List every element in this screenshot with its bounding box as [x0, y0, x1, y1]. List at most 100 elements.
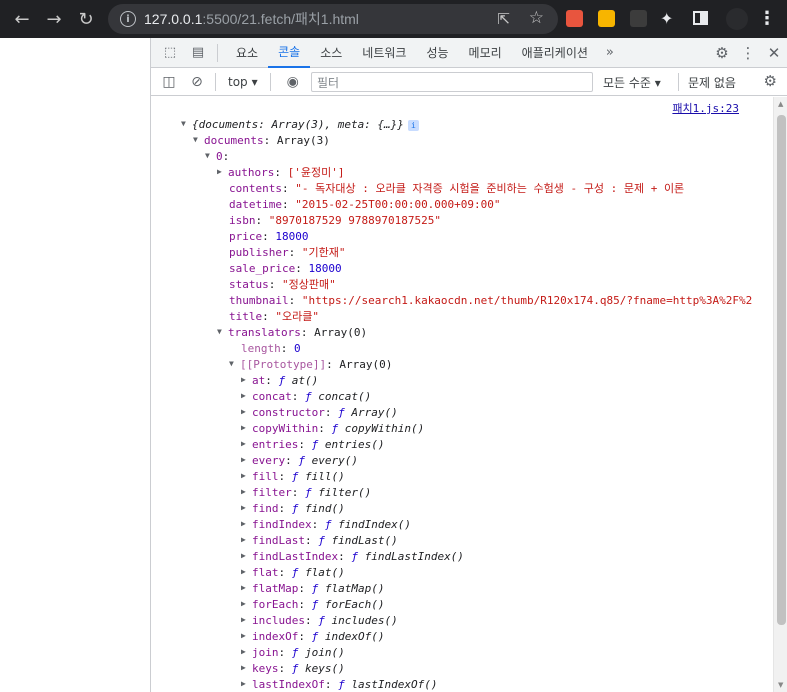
collapsed-triangle-icon: ▶: [241, 535, 246, 544]
console-settings-gear-icon[interactable]: ⚙: [764, 72, 777, 90]
prop-value: Array(0): [339, 358, 393, 371]
kebab-menu-icon[interactable]: ⋮: [758, 8, 776, 29]
tab-sources[interactable]: 소스: [310, 38, 352, 68]
method-row[interactable]: ▶ join: ƒ join(): [241, 645, 345, 661]
settings-gear-icon[interactable]: ⚙: [709, 38, 735, 68]
extension-icon[interactable]: [566, 10, 583, 27]
close-icon[interactable]: ✕: [761, 38, 787, 68]
devtools-tabbar: ⬚ ▤ 요소 콘솔 소스 네트워크 성능 메모리 애플리케이션 » ⚙ ⋮ ✕: [151, 38, 787, 68]
method-row[interactable]: ▶ fill: ƒ fill(): [241, 469, 345, 485]
back-icon[interactable]: ←: [10, 7, 34, 31]
forward-icon[interactable]: →: [42, 7, 66, 31]
method-row[interactable]: ▶ includes: ƒ includes(): [241, 613, 398, 629]
method-row[interactable]: ▶ lastIndexOf: ƒ lastIndexOf(): [241, 677, 437, 692]
clear-console-icon[interactable]: ⊘: [185, 70, 209, 94]
reload-icon[interactable]: ↻: [74, 7, 98, 31]
devtools-menu-icon[interactable]: ⋮: [735, 38, 761, 68]
tree-row[interactable]: ▶ authors: ['윤정미']: [217, 165, 344, 181]
prop-key: price: [229, 230, 263, 243]
issues-counter[interactable]: 문제 없음: [688, 74, 736, 91]
site-info-icon[interactable]: i: [120, 11, 136, 27]
function-glyph: ƒ: [311, 630, 325, 643]
function-glyph: ƒ: [318, 614, 332, 627]
prop-key: publisher: [229, 246, 289, 259]
prop-value: "정상판매": [282, 278, 336, 291]
side-panel-icon[interactable]: [693, 11, 708, 25]
method-row[interactable]: ▶ findLast: ƒ findLast(): [241, 533, 398, 549]
prop-key: status: [229, 278, 269, 291]
method-row[interactable]: ▶ keys: ƒ keys(): [241, 661, 345, 677]
share-icon[interactable]: ⇱: [497, 10, 510, 28]
scroll-up-icon[interactable]: ▲: [778, 100, 783, 108]
method-row[interactable]: ▶ find: ƒ find(): [241, 501, 345, 517]
tree-row[interactable]: ▼ documents: Array(3): [193, 133, 330, 149]
address-bar[interactable]: i 127.0.0.1:5500/21.fetch/패치1.html ⇱ ☆: [108, 4, 558, 34]
method-value: forEach(): [324, 598, 385, 611]
method-row[interactable]: ▶ copyWithin: ƒ copyWithin(): [241, 421, 424, 437]
tree-row[interactable]: ▼ translators: Array(0): [217, 325, 367, 341]
collapsed-triangle-icon: ▶: [241, 519, 246, 528]
live-expression-eye-icon[interactable]: ◉: [281, 70, 305, 94]
prop-key: length: [241, 342, 281, 355]
console-toolbar: ◫ ⊘ top ▾ ◉ 필터 모든 수준 ▾ 문제 없음 ⚙: [151, 68, 787, 96]
tree-row[interactable]: ▼ 0:: [205, 149, 229, 165]
method-value: keys(): [305, 662, 345, 675]
scroll-thumb[interactable]: [777, 115, 786, 625]
tab-performance[interactable]: 성능: [416, 38, 458, 68]
tab-network[interactable]: 네트워크: [352, 38, 416, 68]
tab-application[interactable]: 애플리케이션: [512, 38, 598, 68]
profile-avatar[interactable]: [726, 8, 748, 30]
method-row[interactable]: ▶ forEach: ƒ forEach(): [241, 597, 384, 613]
prop-key: thumbnail: [229, 294, 289, 307]
prop-key: title: [229, 310, 263, 323]
function-glyph: ƒ: [278, 374, 292, 387]
method-row[interactable]: ▶ indexOf: ƒ indexOf(): [241, 629, 384, 645]
method-row[interactable]: ▶ concat: ƒ concat(): [241, 389, 371, 405]
extension-icon[interactable]: [598, 10, 615, 27]
sidebar-toggle-icon[interactable]: ◫: [157, 70, 181, 94]
function-glyph: ƒ: [291, 662, 305, 675]
extension-icon[interactable]: [630, 10, 647, 27]
tab-console[interactable]: 콘솔: [268, 38, 311, 68]
bookmark-star-icon[interactable]: ☆: [529, 8, 544, 28]
more-tabs-button[interactable]: »: [598, 45, 622, 60]
tab-memory[interactable]: 메모리: [459, 38, 512, 68]
method-key: flat: [252, 566, 279, 579]
extensions-puzzle-icon[interactable]: ✦: [660, 9, 673, 28]
method-row[interactable]: ▶ flat: ƒ flat(): [241, 565, 345, 581]
function-glyph: ƒ: [291, 470, 305, 483]
method-row[interactable]: ▶ at: ƒ at(): [241, 373, 318, 389]
log-levels-dropdown[interactable]: 모든 수준 ▾: [603, 74, 661, 91]
collapsed-triangle-icon: ▶: [241, 679, 246, 688]
function-glyph: ƒ: [298, 454, 312, 467]
url-text[interactable]: 127.0.0.1:5500/21.fetch/패치1.html: [144, 9, 359, 29]
log-root-object[interactable]: ▼ {documents: Array(3), meta: {…}} i: [181, 117, 419, 133]
method-value: Array(): [351, 406, 398, 419]
method-row[interactable]: ▶ constructor: ƒ Array(): [241, 405, 398, 421]
context-select[interactable]: top ▾: [222, 75, 264, 89]
method-row[interactable]: ▶ findLastIndex: ƒ findLastIndex(): [241, 549, 464, 565]
method-key: findIndex: [252, 518, 312, 531]
method-row[interactable]: ▶ entries: ƒ entries(): [241, 437, 384, 453]
source-link[interactable]: 패치1.js:23: [672, 100, 739, 116]
tab-elements[interactable]: 요소: [226, 38, 268, 68]
prop-value: ['윤정미']: [287, 166, 345, 179]
tree-row[interactable]: ▼ [[Prototype]]: Array(0): [229, 357, 392, 373]
collapsed-triangle-icon: ▶: [241, 423, 246, 432]
prop-value: 18000: [275, 230, 309, 243]
filter-input[interactable]: 필터: [311, 72, 593, 92]
method-row[interactable]: ▶ filter: ƒ filter(): [241, 485, 371, 501]
device-toolbar-icon[interactable]: ▤: [189, 45, 207, 61]
method-row[interactable]: ▶ every: ƒ every(): [241, 453, 358, 469]
console-scrollbar[interactable]: ▲ ▼: [773, 97, 787, 692]
collapsed-triangle-icon: ▶: [241, 647, 246, 656]
scroll-down-icon[interactable]: ▼: [778, 681, 783, 689]
prop-value: Array(3): [276, 134, 330, 147]
inspect-element-icon[interactable]: ⬚: [161, 45, 179, 61]
method-key: indexOf: [252, 630, 299, 643]
method-row[interactable]: ▶ flatMap: ƒ flatMap(): [241, 581, 384, 597]
method-row[interactable]: ▶ findIndex: ƒ findIndex(): [241, 517, 411, 533]
collapsed-triangle-icon: ▶: [241, 407, 246, 416]
function-glyph: ƒ: [324, 518, 339, 531]
expand-triangle-icon: ▼: [193, 135, 198, 144]
